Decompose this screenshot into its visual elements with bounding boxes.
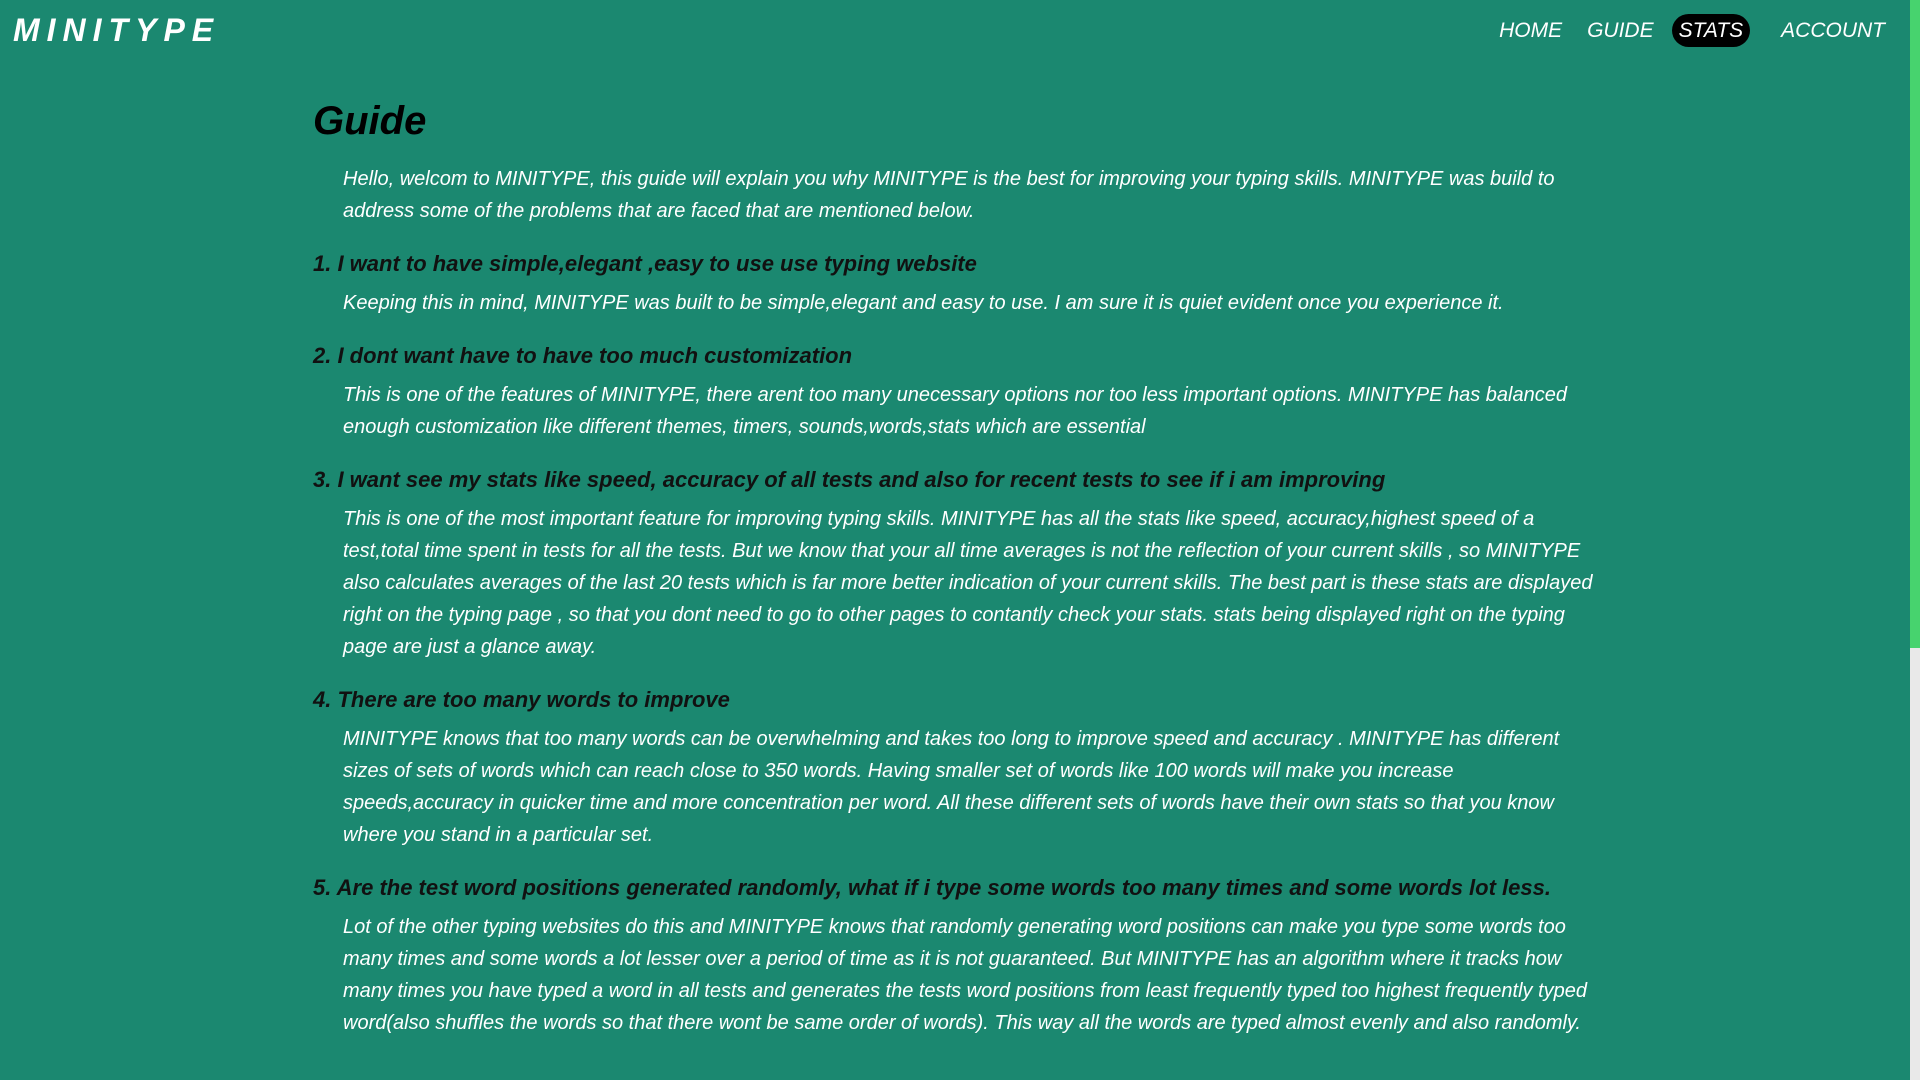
question-3: 3. I want see my stats like speed, accur… — [313, 467, 1386, 492]
logo[interactable]: MINITYPE — [13, 10, 220, 50]
scrollbar-thumb[interactable] — [1910, 0, 1920, 648]
nav-guide-link[interactable]: GUIDE — [1580, 14, 1661, 47]
answer-4: MINITYPE knows that too many words can b… — [343, 728, 1560, 846]
answer-1: Keeping this in mind, MINITYPE was built… — [343, 292, 1504, 314]
page-scrollbar[interactable] — [1910, 0, 1920, 1080]
nav-stats-link[interactable]: STATS — [1671, 14, 1751, 47]
question-5: 5. Are the test word positions generated… — [313, 875, 1551, 900]
question-4: 4. There are too many words to improve — [313, 687, 730, 712]
nav-home-link[interactable]: HOME — [1492, 14, 1569, 47]
page-title: Guide — [313, 99, 427, 143]
answer-3: This is one of the most important featur… — [343, 508, 1593, 658]
guide-content: Guide Hello, welcom to MINITYPE, this gu… — [313, 93, 1603, 1057]
main-nav: HOME GUIDE STATS ACCOUNT — [1481, 14, 1892, 47]
question-2: 2. I dont want have to have too much cus… — [313, 343, 853, 368]
answer-5: Lot of the other typing websites do this… — [343, 916, 1588, 1034]
question-1: 1. I want to have simple,elegant ,easy t… — [313, 251, 977, 276]
nav-account-link[interactable]: ACCOUNT — [1774, 14, 1892, 47]
top-bar: MINITYPE HOME GUIDE STATS ACCOUNT — [0, 0, 1910, 62]
answer-2: This is one of the features of MINITYPE,… — [343, 384, 1567, 438]
guide-intro: Hello, welcom to MINITYPE, this guide wi… — [343, 168, 1555, 222]
